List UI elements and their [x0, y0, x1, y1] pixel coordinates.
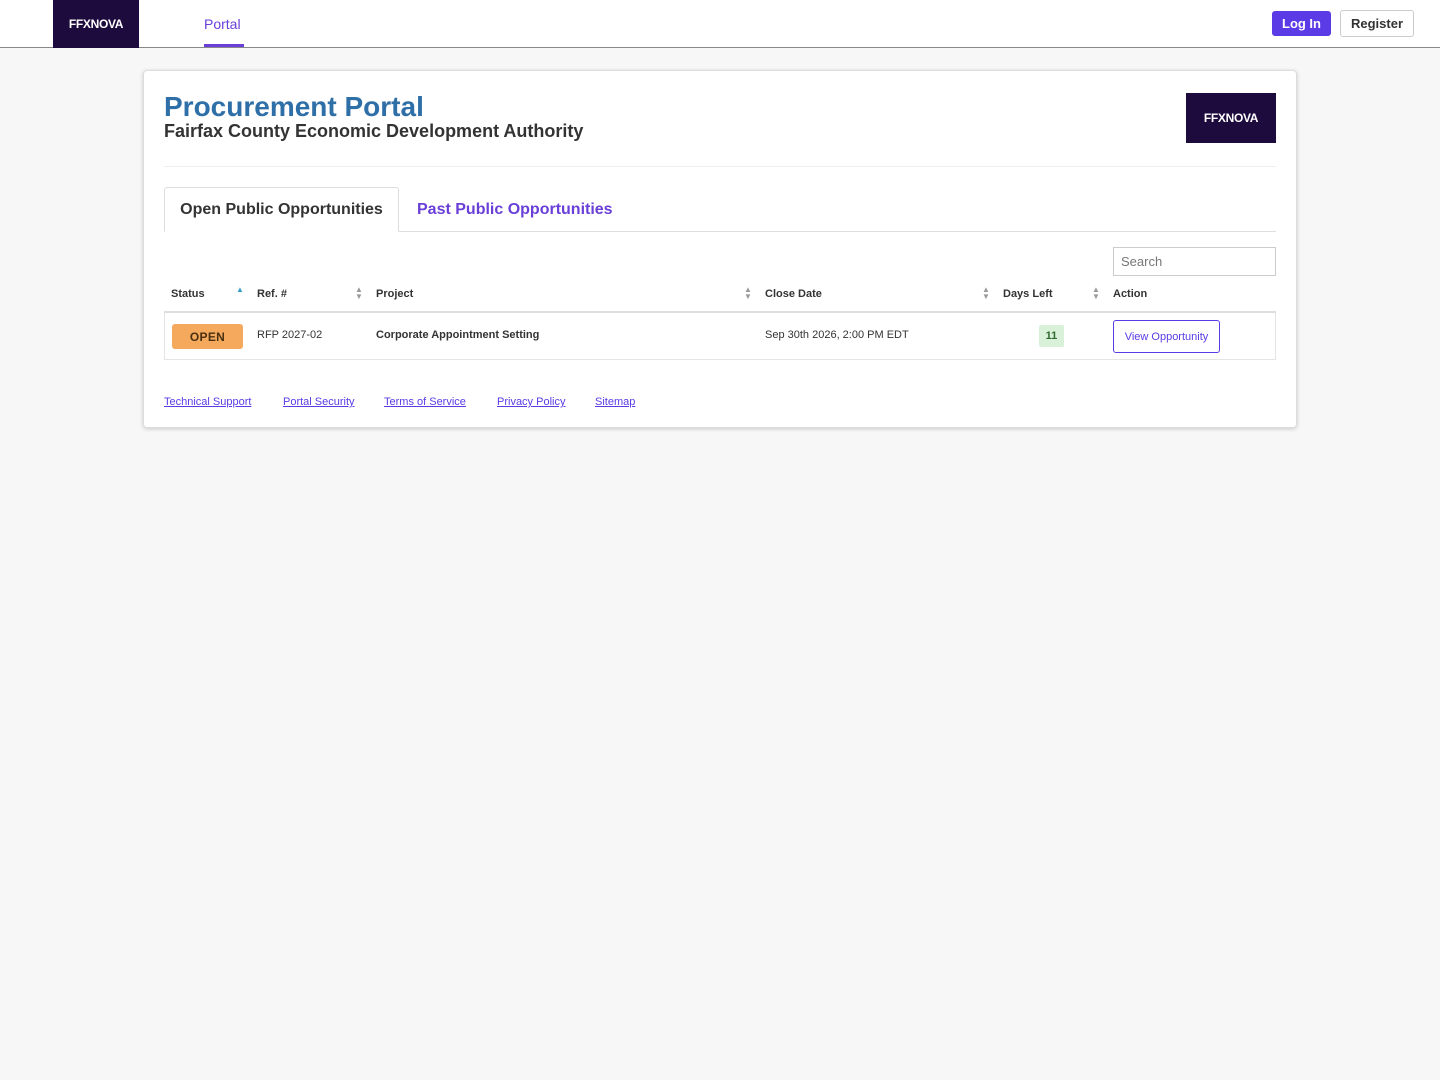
sort-icon[interactable]: ▲ ▼ — [355, 286, 363, 301]
sort-icon[interactable]: ▲ ▼ — [744, 286, 752, 301]
footer-link-technical-support[interactable]: Technical Support — [164, 396, 251, 408]
ref-number: RFP 2027-02 — [257, 329, 323, 341]
column-header-project[interactable]: Project — [376, 288, 413, 300]
header-divider — [164, 166, 1276, 167]
column-header-close-date[interactable]: Close Date — [765, 288, 822, 300]
footer-link-portal-security[interactable]: Portal Security — [283, 396, 355, 408]
search-input[interactable] — [1113, 247, 1276, 276]
register-button[interactable]: Register — [1340, 10, 1414, 37]
footer-link-privacy[interactable]: Privacy Policy — [497, 396, 565, 408]
brand-logo-text: FFXNOVA — [68, 17, 124, 31]
sort-icon[interactable]: ▲ ▼ — [1092, 286, 1100, 301]
footer-link-sitemap[interactable]: Sitemap — [595, 396, 635, 408]
tab-past-opportunities[interactable]: Past Public Opportunities — [417, 187, 613, 232]
project-name: Corporate Appointment Setting — [376, 329, 540, 341]
column-header-status[interactable]: Status — [171, 288, 205, 300]
login-button[interactable]: Log In — [1272, 11, 1331, 36]
organization-logo-text: FFXNOVA — [1203, 111, 1259, 125]
column-header-days-left[interactable]: Days Left — [1003, 288, 1053, 300]
sort-ascending-icon[interactable]: ▲ — [236, 286, 244, 294]
column-header-ref[interactable]: Ref. # — [257, 288, 287, 300]
close-date: Sep 30th 2026, 2:00 PM EDT — [765, 329, 909, 341]
days-left-badge: 11 — [1039, 325, 1064, 347]
portal-card: Procurement Portal Fairfax County Econom… — [143, 70, 1297, 428]
table-row — [164, 313, 1276, 360]
brand-logo[interactable]: FFXNOVA — [53, 0, 139, 48]
view-opportunity-button[interactable]: View Opportunity — [1113, 320, 1220, 353]
page-subtitle: Fairfax County Economic Development Auth… — [164, 121, 584, 141]
top-nav: FFXNOVA Portal Log In Register — [0, 0, 1440, 48]
tab-open-opportunities[interactable]: Open Public Opportunities — [164, 187, 399, 232]
nav-active-indicator — [204, 44, 244, 47]
nav-link-portal[interactable]: Portal — [204, 0, 241, 48]
page-title: Procurement Portal — [164, 91, 424, 122]
sort-icon[interactable]: ▲ ▼ — [982, 286, 990, 301]
organization-logo: FFXNOVA — [1186, 93, 1276, 143]
column-header-action: Action — [1113, 288, 1148, 300]
status-badge: OPEN — [172, 324, 243, 349]
footer-link-terms[interactable]: Terms of Service — [384, 396, 466, 408]
